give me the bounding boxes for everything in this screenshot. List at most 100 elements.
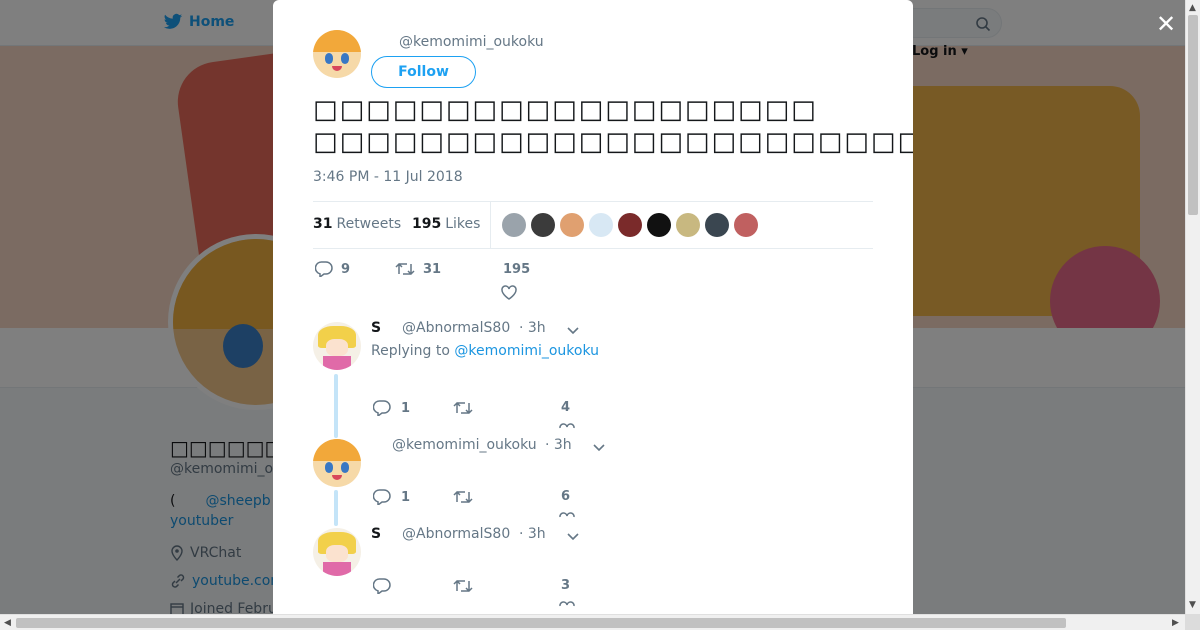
liker-avatar[interactable]: [676, 213, 700, 237]
vertical-scroll-thumb[interactable]: [1188, 15, 1198, 215]
heart-icon[interactable]: [559, 601, 575, 607]
scroll-left-arrow-icon[interactable]: ◀: [4, 618, 11, 628]
reply-icon: [373, 578, 391, 594]
like-count-label: 3: [561, 578, 570, 593]
tweet-timestamp[interactable]: 3:46 PM - 11 Jul 2018: [313, 169, 463, 185]
reply-action[interactable]: 1: [373, 400, 410, 416]
chevron-down-icon[interactable]: [591, 439, 607, 455]
reply-icon: [373, 489, 391, 505]
follow-button[interactable]: Follow: [371, 56, 476, 88]
like-count-label: 6: [561, 489, 570, 504]
reply-avatar[interactable]: [313, 322, 361, 370]
thread-line: [334, 374, 338, 438]
avatar-eye: [324, 462, 334, 473]
avatar-face: [326, 545, 348, 562]
reply-author-handle[interactable]: @AbnormalS80: [402, 320, 510, 336]
reply-author-name[interactable]: S: [371, 526, 381, 542]
chevron-down-icon[interactable]: [565, 528, 581, 544]
tweet-stats: 31 Retweets 195 Likes: [313, 201, 873, 249]
liker-avatar[interactable]: [618, 213, 642, 237]
tweet-text-line: □□□□□□□□□□□□□□□□□□□□□□□□□□□□□□□□□□□□□□□□…: [313, 127, 913, 157]
scroll-up-arrow-icon[interactable]: ▲: [1189, 3, 1196, 13]
liker-avatar[interactable]: [705, 213, 729, 237]
like-count-label: 195: [503, 262, 530, 277]
reply-icon: [315, 261, 333, 277]
liker-avatar[interactable]: [647, 213, 671, 237]
tweet-text: □□□□□□□□□□□□□□□□□□□ □□□□□□□□□□□□□□□□□□□□…: [313, 94, 913, 158]
retweet-icon: [453, 579, 473, 593]
replying-to: Replying to @kemomimi_oukoku: [371, 343, 599, 359]
avatar-hair: [313, 439, 361, 461]
likes-label: Likes: [445, 216, 481, 232]
heart-icon[interactable]: [559, 423, 575, 429]
retweet-icon: [453, 401, 473, 415]
like-count: 6: [561, 489, 571, 504]
like-count: 195: [503, 262, 531, 277]
reply-avatar[interactable]: [313, 439, 361, 487]
tweet-text-line: □□□□□□□□□□□□□□□□□□□: [313, 95, 818, 125]
like-count: 3: [561, 578, 571, 593]
liker-avatar[interactable]: [531, 213, 555, 237]
scroll-right-arrow-icon[interactable]: ▶: [1172, 618, 1179, 628]
reply-avatar[interactable]: [313, 528, 361, 576]
liker-avatar[interactable]: [502, 213, 526, 237]
avatar-mouth: [332, 475, 342, 481]
retweet-action[interactable]: [453, 400, 473, 416]
like-action[interactable]: [501, 285, 517, 300]
replying-to-link[interactable]: @kemomimi_oukoku: [454, 343, 599, 359]
stats-divider: [490, 202, 491, 248]
retweet-icon: [395, 262, 415, 276]
vertical-scrollbar[interactable]: ▲ ▼: [1185, 0, 1200, 614]
retweet-icon: [453, 490, 473, 504]
reply-time[interactable]: · 3h: [519, 320, 546, 336]
retweet-action[interactable]: [453, 489, 473, 505]
scroll-down-arrow-icon[interactable]: ▼: [1189, 600, 1196, 610]
horizontal-scroll-thumb[interactable]: [16, 618, 1066, 628]
heart-icon: [501, 285, 517, 300]
tweet-modal: @kemomimi_oukoku Follow □□□□□□□□□□□□□□□□…: [273, 0, 913, 614]
like-count: 4: [561, 400, 571, 415]
like-count-label: 4: [561, 400, 570, 415]
avatar-eye: [340, 462, 350, 473]
reply-icon: [373, 400, 391, 416]
liker-avatar[interactable]: [589, 213, 613, 237]
avatar-eye: [324, 53, 334, 64]
liker-avatar[interactable]: [560, 213, 584, 237]
reply-time[interactable]: · 3h: [519, 526, 546, 542]
retweet-action[interactable]: 31: [395, 261, 441, 277]
reply-count: 1: [401, 489, 411, 505]
reply-author-handle[interactable]: @kemomimi_oukoku: [392, 437, 537, 453]
author-avatar[interactable]: [313, 30, 361, 78]
retweets-label: Retweets: [336, 216, 402, 232]
reply-author-handle[interactable]: @AbnormalS80: [402, 526, 510, 542]
horizontal-scrollbar[interactable]: ◀ ▶: [0, 614, 1185, 630]
reply-action[interactable]: 9: [315, 261, 350, 277]
avatar-mouth: [332, 66, 342, 72]
liker-avatar[interactable]: [734, 213, 758, 237]
reply-author-name[interactable]: S: [371, 320, 381, 336]
avatar-body: [322, 355, 352, 370]
heart-icon[interactable]: [559, 512, 575, 518]
likes-stat[interactable]: 195 Likes: [412, 216, 480, 232]
retweets-stat[interactable]: 31 Retweets: [313, 216, 401, 232]
replying-label: Replying to: [371, 343, 450, 359]
reply-action[interactable]: [373, 578, 401, 594]
retweet-count: 31: [423, 261, 442, 277]
tweet-actions: 9 31 195: [313, 256, 873, 306]
reply-action[interactable]: 1: [373, 489, 410, 505]
liker-avatars: [502, 213, 758, 237]
close-icon[interactable]: ✕: [1154, 12, 1178, 36]
likes-count: 195: [412, 216, 442, 232]
author-handle[interactable]: @kemomimi_oukoku: [399, 34, 544, 50]
reply-time[interactable]: · 3h: [545, 437, 572, 453]
avatar-hair: [313, 30, 361, 52]
scrollbar-corner: [1185, 614, 1200, 630]
reply-count: 1: [401, 400, 411, 416]
retweet-action[interactable]: [453, 578, 473, 594]
avatar-face: [326, 339, 348, 356]
avatar-body: [322, 561, 352, 576]
reply-count: 9: [341, 261, 351, 277]
retweets-count: 31: [313, 216, 333, 232]
chevron-down-icon[interactable]: [565, 322, 581, 338]
avatar-eye: [340, 53, 350, 64]
